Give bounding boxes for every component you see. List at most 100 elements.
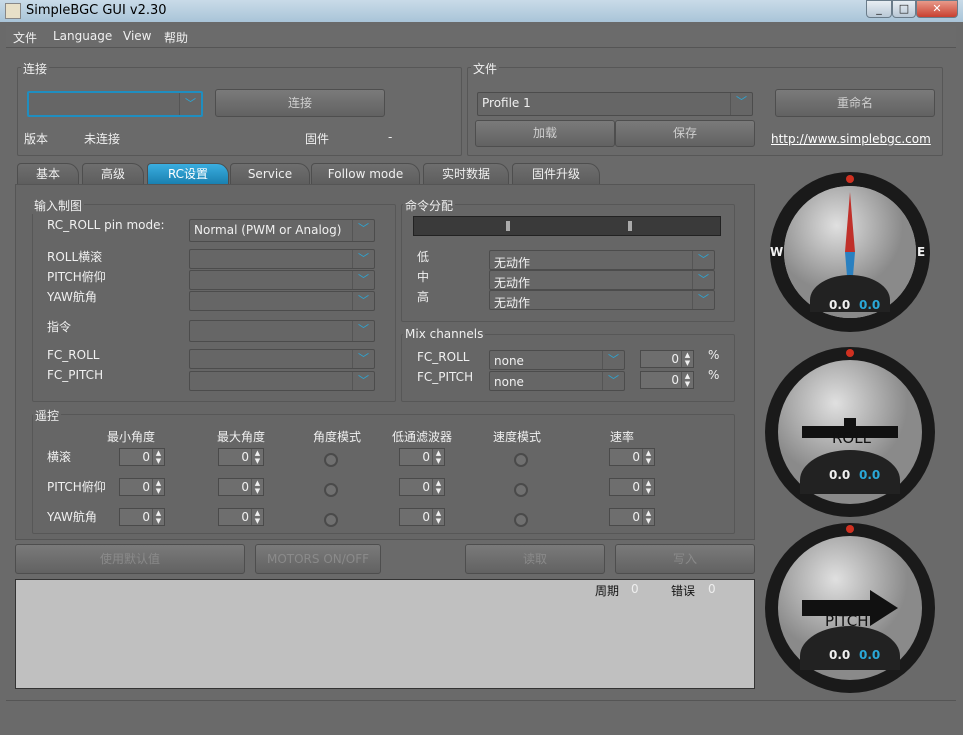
marker-dot <box>846 175 854 183</box>
mix-fc-roll-select[interactable]: none ﹀ <box>489 350 625 370</box>
pitch-input-select[interactable]: ﹀ <box>189 270 375 290</box>
rc-title: 遥控 <box>33 407 62 424</box>
menu-help[interactable]: 帮助 <box>164 29 188 46</box>
save-button[interactable]: 保存 <box>615 120 755 147</box>
version-value: 未连接 <box>84 132 121 146</box>
west-label: W <box>770 245 784 259</box>
rc-roll-angle-mode-radio[interactable] <box>324 453 338 467</box>
lpf-header: 低通滤波器 <box>392 430 453 444</box>
use-defaults-button[interactable]: 使用默认值 <box>15 544 245 574</box>
rc-yaw-angle-mode-radio[interactable] <box>324 513 338 527</box>
firmware-value: - <box>388 130 393 144</box>
yaw-value: 0.0 <box>829 298 851 312</box>
tab-advanced[interactable]: 高级 <box>82 163 144 185</box>
tab-service[interactable]: Service <box>230 163 310 185</box>
roll-input-select[interactable]: ﹀ <box>189 249 375 269</box>
tab-realtime-data[interactable]: 实时数据 <box>423 163 509 185</box>
percent-unit: % <box>708 368 720 382</box>
low-action-select[interactable]: 无动作 ﹀ <box>489 250 715 270</box>
connect-button[interactable]: 连接 <box>215 89 385 117</box>
rc-yaw-max-spinner[interactable]: 0 ▲ ▼ <box>218 508 264 526</box>
input-mapping-title: 输入制图 <box>32 197 85 214</box>
roll-value: 0.0 <box>829 468 851 482</box>
tab-firmware-upgrade[interactable]: 固件升级 <box>512 163 600 185</box>
high-action-select[interactable]: 无动作 ﹀ <box>489 290 715 310</box>
chevron-down-icon: ﹀ <box>352 220 374 241</box>
max-angle-header: 最大角度 <box>217 430 266 444</box>
pin-mode-label: RC_ROLL pin mode: <box>47 218 165 232</box>
minimize-button[interactable]: _ <box>866 0 892 18</box>
cmd-label: 指令 <box>47 320 72 334</box>
read-button[interactable]: 读取 <box>465 544 605 574</box>
low-threshold-marker[interactable] <box>506 221 510 231</box>
roll-label: ROLL <box>832 429 871 447</box>
rc-roll-speed-mode-radio[interactable] <box>514 453 528 467</box>
menu-bar: 文件 Language View 帮助 <box>6 26 956 48</box>
mix-fc-roll-spinner[interactable]: 0 ▲ ▼ <box>640 350 694 368</box>
pin-mode-select[interactable]: Normal (PWM or Analog) ﹀ <box>189 219 375 242</box>
menu-view[interactable]: View <box>123 29 151 43</box>
pitch-target-value: 0.0 <box>859 648 881 662</box>
yaw-target-value: 0.0 <box>859 298 881 312</box>
rc-roll-rate-spinner[interactable]: 0 ▲ ▼ <box>609 448 655 466</box>
angle-mode-header: 角度模式 <box>313 430 362 444</box>
cmd-input-select[interactable]: ﹀ <box>189 320 375 342</box>
rc-yaw-label: YAW航角 <box>47 510 97 524</box>
tab-follow-mode[interactable]: Follow mode <box>311 163 420 185</box>
mix-fc-pitch-spinner[interactable]: 0 ▲ ▼ <box>640 371 694 389</box>
rc-pitch-max-spinner[interactable]: 0 ▲ ▼ <box>218 478 264 496</box>
percent-unit: % <box>708 348 720 362</box>
title-bar: SimpleBGC GUI v2.30 _ □ ✕ <box>0 0 963 22</box>
rc-roll-max-spinner[interactable]: 0 ▲ ▼ <box>218 448 264 466</box>
mix-fc-pitch-select[interactable]: none ﹀ <box>489 371 625 391</box>
mid-action-select[interactable]: 无动作 ﹀ <box>489 270 715 290</box>
fc-pitch-input-select[interactable]: ﹀ <box>189 371 375 391</box>
rc-yaw-min-spinner[interactable]: 0 ▲ ▼ <box>119 508 165 526</box>
mix-title: Mix channels <box>403 327 486 341</box>
chevron-down-icon: ﹀ <box>179 93 201 115</box>
fc-roll-input-select[interactable]: ﹀ <box>189 349 375 369</box>
rc-pitch-angle-mode-radio[interactable] <box>324 483 338 497</box>
command-title: 命令分配 <box>403 197 456 214</box>
gauges-panel <box>765 172 935 693</box>
close-button[interactable]: ✕ <box>916 0 958 18</box>
tab-rc-settings[interactable]: RC设置 <box>147 163 229 185</box>
yaw-input-select[interactable]: ﹀ <box>189 291 375 311</box>
high-threshold-marker[interactable] <box>628 221 632 231</box>
profile-select[interactable]: Profile 1 ﹀ <box>477 92 753 116</box>
connection-title: 连接 <box>21 60 50 77</box>
rc-pitch-min-spinner[interactable]: 0 ▲ ▼ <box>119 478 165 496</box>
speed-mode-header: 速度模式 <box>493 430 542 444</box>
rc-pitch-speed-mode-radio[interactable] <box>514 483 528 497</box>
rename-button[interactable]: 重命名 <box>775 89 935 117</box>
rc-roll-label: 横滚 <box>47 450 72 464</box>
rate-header: 速率 <box>610 430 635 444</box>
command-level-bar <box>413 216 721 236</box>
rc-yaw-rate-spinner[interactable]: 0 ▲ ▼ <box>609 508 655 526</box>
rc-pitch-lpf-spinner[interactable]: 0 ▲ ▼ <box>399 478 445 496</box>
file-title: 文件 <box>471 60 500 77</box>
rc-yaw-lpf-spinner[interactable]: 0 ▲ ▼ <box>399 508 445 526</box>
rc-yaw-speed-mode-radio[interactable] <box>514 513 528 527</box>
motors-toggle-button[interactable]: MOTORS ON/OFF <box>255 544 381 574</box>
chevron-down-icon: ﹀ <box>730 93 752 115</box>
website-link[interactable]: http://www.simplebgc.com <box>771 132 931 146</box>
write-button[interactable]: 写入 <box>615 544 755 574</box>
firmware-label: 固件 <box>305 132 330 146</box>
java-app-icon <box>5 3 21 19</box>
load-button[interactable]: 加载 <box>475 120 615 147</box>
menu-language[interactable]: Language <box>53 29 112 43</box>
fc-pitch-label: FC_PITCH <box>47 368 104 382</box>
roll-label: ROLL横滚 <box>47 250 103 264</box>
tab-basic[interactable]: 基本 <box>17 163 79 185</box>
yaw-label: YAW航角 <box>47 290 97 304</box>
mid-label: 中 <box>417 270 430 284</box>
maximize-button[interactable]: □ <box>892 0 916 18</box>
rc-pitch-rate-spinner[interactable]: 0 ▲ ▼ <box>609 478 655 496</box>
rc-roll-min-spinner[interactable]: 0 ▲ ▼ <box>119 448 165 466</box>
rc-roll-lpf-spinner[interactable]: 0 ▲ ▼ <box>399 448 445 466</box>
menu-file[interactable]: 文件 <box>13 29 37 46</box>
high-label: 高 <box>417 290 430 304</box>
port-select[interactable]: ﹀ <box>27 91 203 117</box>
mix-fc-pitch-label: FC_PITCH <box>417 370 474 384</box>
